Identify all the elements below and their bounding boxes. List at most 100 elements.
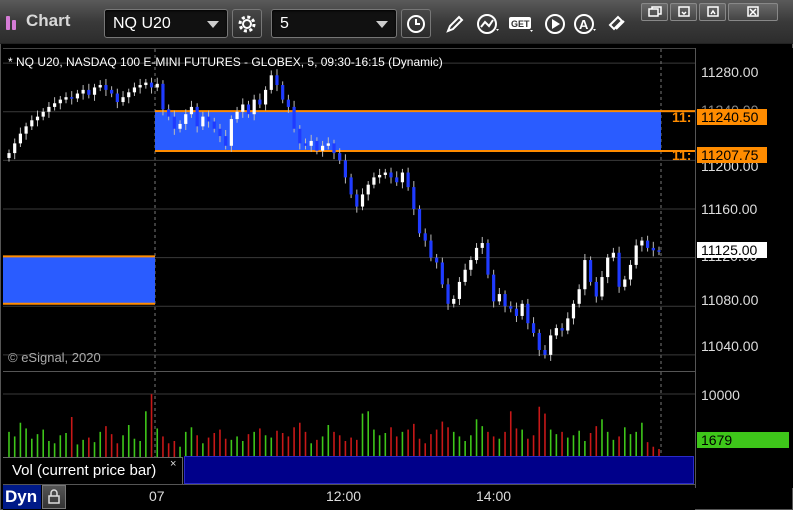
candle-body — [469, 260, 473, 270]
settings-gear-icon[interactable] — [236, 13, 258, 35]
candle-body — [429, 240, 433, 258]
copyright-label: © eSignal, 2020 — [8, 350, 101, 365]
time-label: 12:00 — [326, 488, 362, 504]
candle-body — [275, 75, 279, 86]
clock-icon[interactable] — [405, 13, 427, 35]
app-title: Chart — [6, 11, 70, 31]
interval-value[interactable]: 5 — [280, 15, 289, 33]
interval-combobox[interactable]: 5 — [271, 9, 397, 38]
maximize-button[interactable] — [699, 3, 726, 21]
last-price-tag: 11125.00 — [697, 242, 767, 258]
get-quote-button[interactable]: GET — [507, 9, 537, 38]
lock-button[interactable] — [42, 485, 66, 509]
link-icon[interactable] — [606, 13, 630, 35]
restore-icon[interactable] — [647, 6, 662, 18]
close-icon[interactable] — [746, 6, 760, 18]
time-template-button[interactable] — [401, 9, 431, 38]
candle-body — [35, 116, 40, 121]
settings-button[interactable] — [232, 9, 262, 38]
restore-button[interactable] — [641, 3, 668, 21]
candle-body — [110, 89, 114, 94]
candle-body — [212, 121, 216, 129]
get-quote-icon[interactable]: GET — [508, 13, 536, 35]
candle-body — [30, 120, 34, 127]
lower-zone-clip-label: 11: — [672, 147, 692, 163]
minimize-button[interactable] — [670, 3, 697, 21]
candle-body — [486, 243, 490, 275]
candle-body — [75, 93, 80, 99]
candle-body — [566, 318, 570, 331]
candle-body — [514, 308, 519, 316]
candle-body — [606, 257, 610, 278]
toolbar: Chart NQ U20 5 GET A — [0, 0, 793, 44]
candle-body — [588, 260, 593, 282]
candle-body — [600, 277, 604, 297]
candle-body — [292, 106, 296, 129]
candle-body — [645, 240, 650, 248]
candle-body — [423, 233, 427, 241]
volume-y-tick: 10000 — [701, 387, 740, 403]
link-button[interactable] — [603, 9, 633, 38]
candle-body — [480, 243, 484, 248]
candle-body — [366, 184, 370, 195]
volume-close-icon[interactable]: × — [170, 458, 176, 470]
candle-body — [155, 83, 159, 88]
candle-body — [235, 111, 239, 120]
alerts-button[interactable]: A — [571, 9, 601, 38]
candle-body — [298, 128, 302, 144]
candle-body — [281, 85, 285, 100]
candle-body — [58, 99, 62, 104]
candle-body — [435, 257, 439, 263]
candle-body — [326, 143, 330, 146]
volume-chart-svg[interactable] — [3, 372, 695, 457]
chevron-down-icon[interactable] — [376, 21, 388, 28]
maximize-icon[interactable] — [706, 6, 720, 18]
volume-info-bar — [184, 456, 694, 484]
candle-body — [611, 252, 615, 258]
candle-body — [172, 116, 176, 129]
candle-body — [132, 87, 137, 93]
candle-body — [531, 323, 536, 333]
candle-body — [246, 104, 251, 115]
candle-body — [520, 303, 524, 316]
candle-body — [229, 119, 233, 146]
candle-body — [657, 250, 661, 252]
volume-pane[interactable] — [3, 371, 695, 457]
draw-tools-button[interactable] — [440, 9, 470, 38]
candle-body — [53, 103, 57, 107]
symbol-combobox[interactable]: NQ U20 — [104, 9, 228, 38]
lock-icon[interactable] — [46, 489, 62, 505]
candle-body — [440, 262, 444, 285]
play-replay-icon[interactable] — [544, 13, 566, 35]
symbol-value[interactable]: NQ U20 — [113, 15, 171, 33]
study-chart-icon[interactable] — [476, 13, 502, 35]
candle-body — [127, 92, 131, 98]
candle-body — [24, 126, 28, 134]
replay-button[interactable] — [540, 9, 570, 38]
candle-body — [389, 172, 393, 178]
candle-body — [343, 160, 348, 178]
candle-body — [537, 332, 541, 350]
candle-body — [571, 303, 576, 319]
candle-body — [258, 99, 262, 105]
price-pane[interactable] — [3, 48, 695, 369]
candle-body — [87, 89, 91, 95]
candle-body — [417, 209, 422, 234]
candle-body — [594, 281, 598, 297]
candle-body — [92, 87, 97, 95]
candle-body — [263, 89, 268, 105]
lower-zone-price-tag: 11207.75 — [697, 147, 767, 163]
alert-a-icon[interactable]: A — [573, 13, 599, 35]
dynamic-mode-label[interactable]: Dyn — [3, 485, 41, 509]
close-button[interactable] — [728, 3, 778, 21]
studies-button[interactable] — [474, 9, 504, 38]
candle-body — [400, 172, 405, 183]
minimize-icon[interactable] — [677, 6, 691, 18]
volume-legend[interactable]: Vol (current price bar) — [3, 457, 183, 484]
candle-body — [474, 247, 479, 261]
candle-body — [457, 281, 462, 299]
pencil-draw-icon[interactable] — [444, 13, 466, 35]
candle-body — [492, 274, 496, 302]
chevron-down-icon[interactable] — [207, 21, 219, 28]
price-chart-svg[interactable] — [3, 49, 695, 369]
